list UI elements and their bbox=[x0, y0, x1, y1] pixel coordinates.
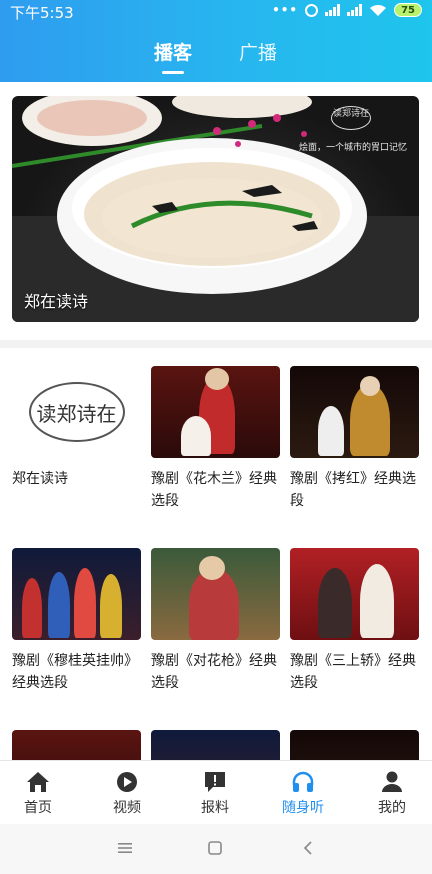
headphones-icon bbox=[292, 771, 314, 792]
content-area[interactable]: 读郑诗在 烩面，一个城市的胃口记忆 郑在读诗 读郑诗在 郑在读诗 豫剧《花木兰》… bbox=[0, 82, 432, 760]
nav-label: 视频 bbox=[113, 800, 141, 816]
nav-listen[interactable]: 随身听 bbox=[273, 771, 333, 817]
status-bar: 下午5:53 ••• 75 bbox=[0, 0, 432, 22]
program-thumbnail: 读郑诗在 bbox=[12, 366, 141, 458]
nav-report[interactable]: 报料 bbox=[185, 771, 245, 817]
top-tabs: 播客 广播 bbox=[0, 38, 432, 78]
status-icons: ••• 75 bbox=[272, 3, 422, 17]
app-header: 下午5:53 ••• 75 播客 广播 bbox=[0, 0, 432, 82]
signal-icon bbox=[347, 4, 363, 16]
play-icon bbox=[117, 772, 137, 792]
grid-item-1[interactable]: 豫剧《花木兰》经典选段 bbox=[151, 366, 280, 512]
wifi-icon bbox=[370, 4, 387, 16]
active-tab-indicator bbox=[162, 71, 184, 74]
grid-item-5[interactable]: 豫剧《三上轿》经典选段 bbox=[290, 548, 419, 694]
back-icon[interactable] bbox=[300, 840, 316, 856]
banner-title: 郑在读诗 bbox=[24, 292, 89, 311]
program-thumbnail bbox=[290, 730, 419, 760]
program-title: 豫剧《拷红》经典选段 bbox=[290, 471, 416, 509]
banner-brand-logo: 读郑诗在 bbox=[331, 106, 371, 130]
grid-item-2[interactable]: 豫剧《拷红》经典选段 bbox=[290, 366, 419, 512]
tab-podcast[interactable]: 播客 bbox=[154, 38, 192, 65]
tab-radio[interactable]: 广播 bbox=[239, 38, 277, 65]
grid-item-4[interactable]: 豫剧《对花枪》经典选段 bbox=[151, 548, 280, 694]
battery-icon: 75 bbox=[394, 3, 422, 17]
program-title: 豫剧《三上轿》经典选段 bbox=[290, 653, 416, 691]
user-icon bbox=[382, 771, 402, 792]
program-thumbnail bbox=[12, 730, 141, 760]
nav-label: 报料 bbox=[201, 800, 229, 816]
program-title: 豫剧《穆桂英挂帅》经典选段 bbox=[12, 653, 138, 691]
nav-video[interactable]: 视频 bbox=[97, 771, 157, 817]
nav-label: 首页 bbox=[24, 800, 52, 816]
nav-home[interactable]: 首页 bbox=[8, 771, 68, 817]
program-logo: 读郑诗在 bbox=[28, 382, 125, 442]
home-square-icon[interactable] bbox=[207, 840, 223, 856]
system-navigation-bar bbox=[0, 824, 432, 874]
nav-profile[interactable]: 我的 bbox=[362, 771, 422, 817]
program-title: 郑在读诗 bbox=[12, 471, 68, 487]
bottom-navigation: 首页 视频 报料 随身听 我的 bbox=[0, 760, 432, 824]
grid-item-7[interactable] bbox=[151, 730, 280, 760]
section-divider bbox=[0, 340, 432, 348]
program-thumbnail bbox=[151, 366, 280, 458]
program-thumbnail bbox=[12, 548, 141, 640]
home-icon bbox=[27, 772, 49, 792]
more-dots-icon: ••• bbox=[272, 3, 299, 17]
program-thumbnail bbox=[151, 548, 280, 640]
signal-icon bbox=[325, 4, 341, 16]
program-thumbnail bbox=[290, 548, 419, 640]
grid-item-8[interactable] bbox=[290, 730, 419, 760]
alarm-icon bbox=[305, 3, 319, 17]
status-time: 下午5:53 bbox=[10, 4, 74, 22]
banner-slogan: 烩面，一个城市的胃口记忆 bbox=[298, 143, 407, 153]
program-thumbnail bbox=[290, 366, 419, 458]
featured-banner[interactable]: 读郑诗在 烩面，一个城市的胃口记忆 郑在读诗 bbox=[12, 96, 419, 322]
program-title: 豫剧《对花枪》经典选段 bbox=[151, 653, 277, 691]
nav-label: 我的 bbox=[378, 800, 406, 816]
grid-item-3[interactable]: 豫剧《穆桂英挂帅》经典选段 bbox=[12, 548, 141, 694]
program-thumbnail bbox=[151, 730, 280, 760]
grid-item-0[interactable]: 读郑诗在 郑在读诗 bbox=[12, 366, 141, 490]
grid-item-6[interactable] bbox=[12, 730, 141, 760]
program-title: 豫剧《花木兰》经典选段 bbox=[151, 471, 277, 509]
report-icon bbox=[205, 772, 225, 792]
menu-icon[interactable] bbox=[117, 840, 133, 856]
nav-label: 随身听 bbox=[282, 800, 324, 816]
